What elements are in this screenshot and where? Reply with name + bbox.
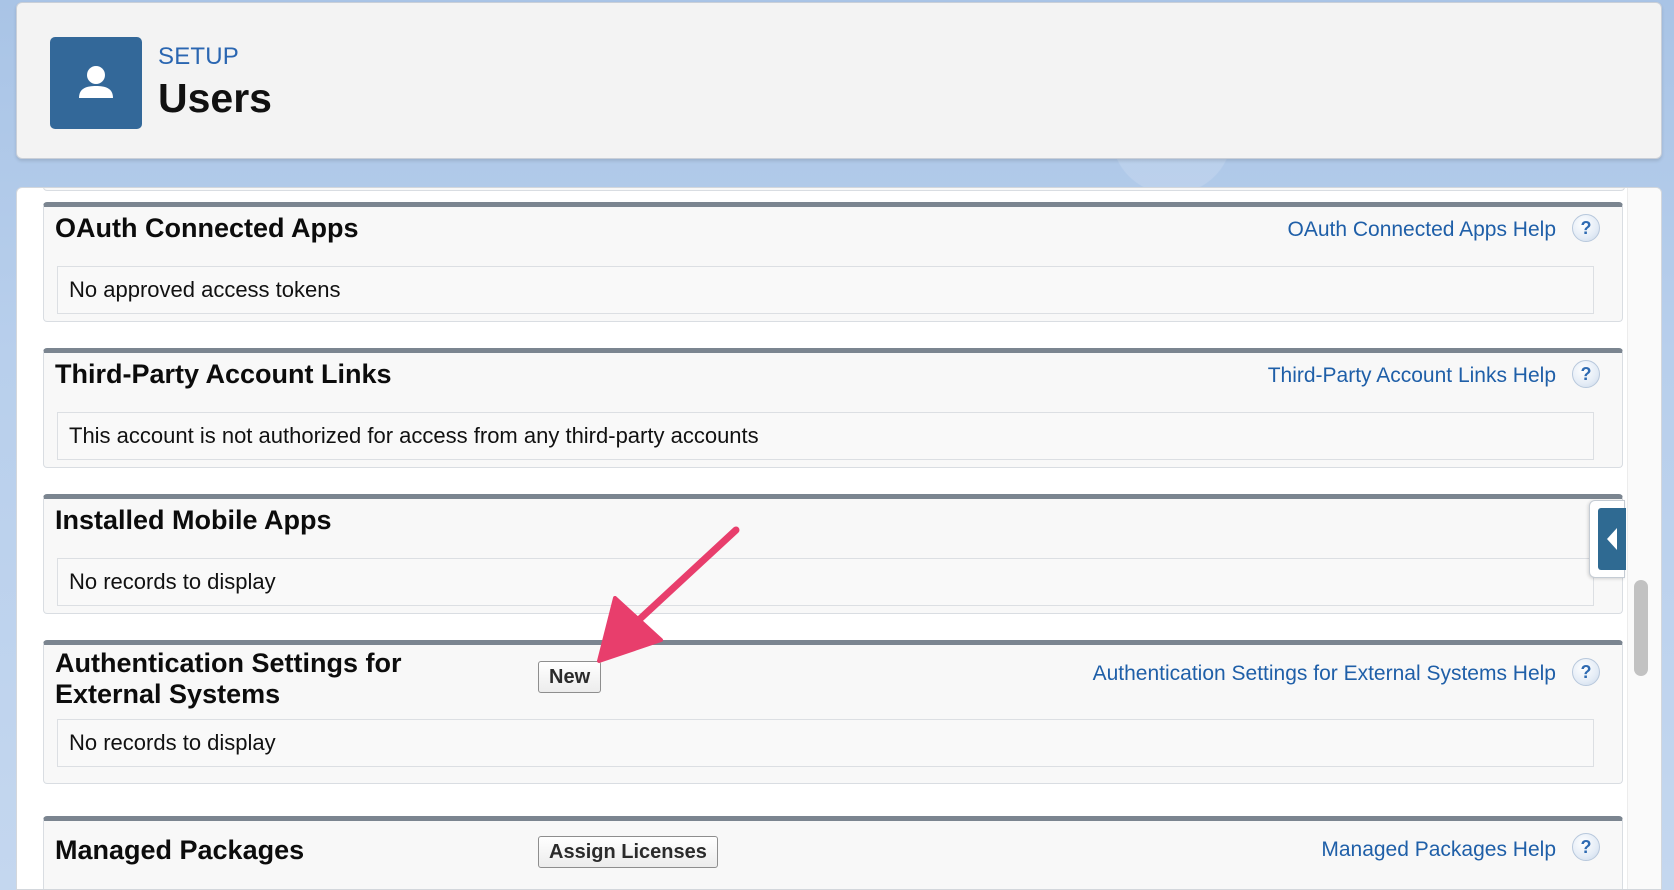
section-body: No records to display [57,719,1594,767]
third-party-account-links-help-link[interactable]: Third-Party Account Links Help [1268,364,1556,388]
section-managed-packages: Managed Packages Assign Licenses Managed… [43,816,1623,889]
previous-section-edge [43,188,1625,191]
new-button[interactable]: New [538,661,602,693]
authentication-settings-help-link[interactable]: Authentication Settings for External Sys… [1093,662,1556,686]
section-title: Installed Mobile Apps [55,505,332,535]
scrollbar-thumb[interactable] [1634,580,1648,676]
section-title: OAuth Connected Apps [55,213,359,243]
section-authentication-settings: Authentication Settings for External Sys… [43,640,1623,784]
scrollbar-track[interactable] [1627,188,1661,889]
section-title-line-1: Authentication Settings for [55,648,402,678]
oauth-connected-apps-help-link[interactable]: OAuth Connected Apps Help [1287,218,1556,242]
section-third-party-account-links: Third-Party Account Links Third-Party Ac… [43,348,1623,468]
section-body: No records to display [57,558,1594,606]
section-body: This account is not authorized for acces… [57,412,1594,460]
collapse-arrow-icon [1598,508,1626,570]
section-title: Authentication Settings for External Sys… [55,648,402,710]
help-icon[interactable]: ? [1572,360,1600,388]
assign-licenses-button[interactable]: Assign Licenses [538,836,718,868]
page-title: Users [158,75,272,121]
main-content: OAuth Connected Apps OAuth Connected App… [16,187,1662,890]
user-icon [50,37,142,129]
help-icon[interactable]: ? [1572,658,1600,686]
section-title: Managed Packages [55,835,305,865]
help-icon[interactable]: ? [1572,214,1600,242]
section-title-line-2: External Systems [55,679,281,709]
section-title: Third-Party Account Links [55,359,392,389]
page-header: SETUP Users [16,2,1662,159]
managed-packages-help-link[interactable]: Managed Packages Help [1321,838,1556,862]
setup-label: SETUP [158,43,240,70]
sidebar-collapse-tab[interactable] [1589,500,1626,578]
section-oauth-connected-apps: OAuth Connected Apps OAuth Connected App… [43,202,1623,322]
section-installed-mobile-apps: Installed Mobile Apps No records to disp… [43,494,1623,614]
help-icon[interactable]: ? [1572,833,1600,861]
section-body: No approved access tokens [57,266,1594,314]
